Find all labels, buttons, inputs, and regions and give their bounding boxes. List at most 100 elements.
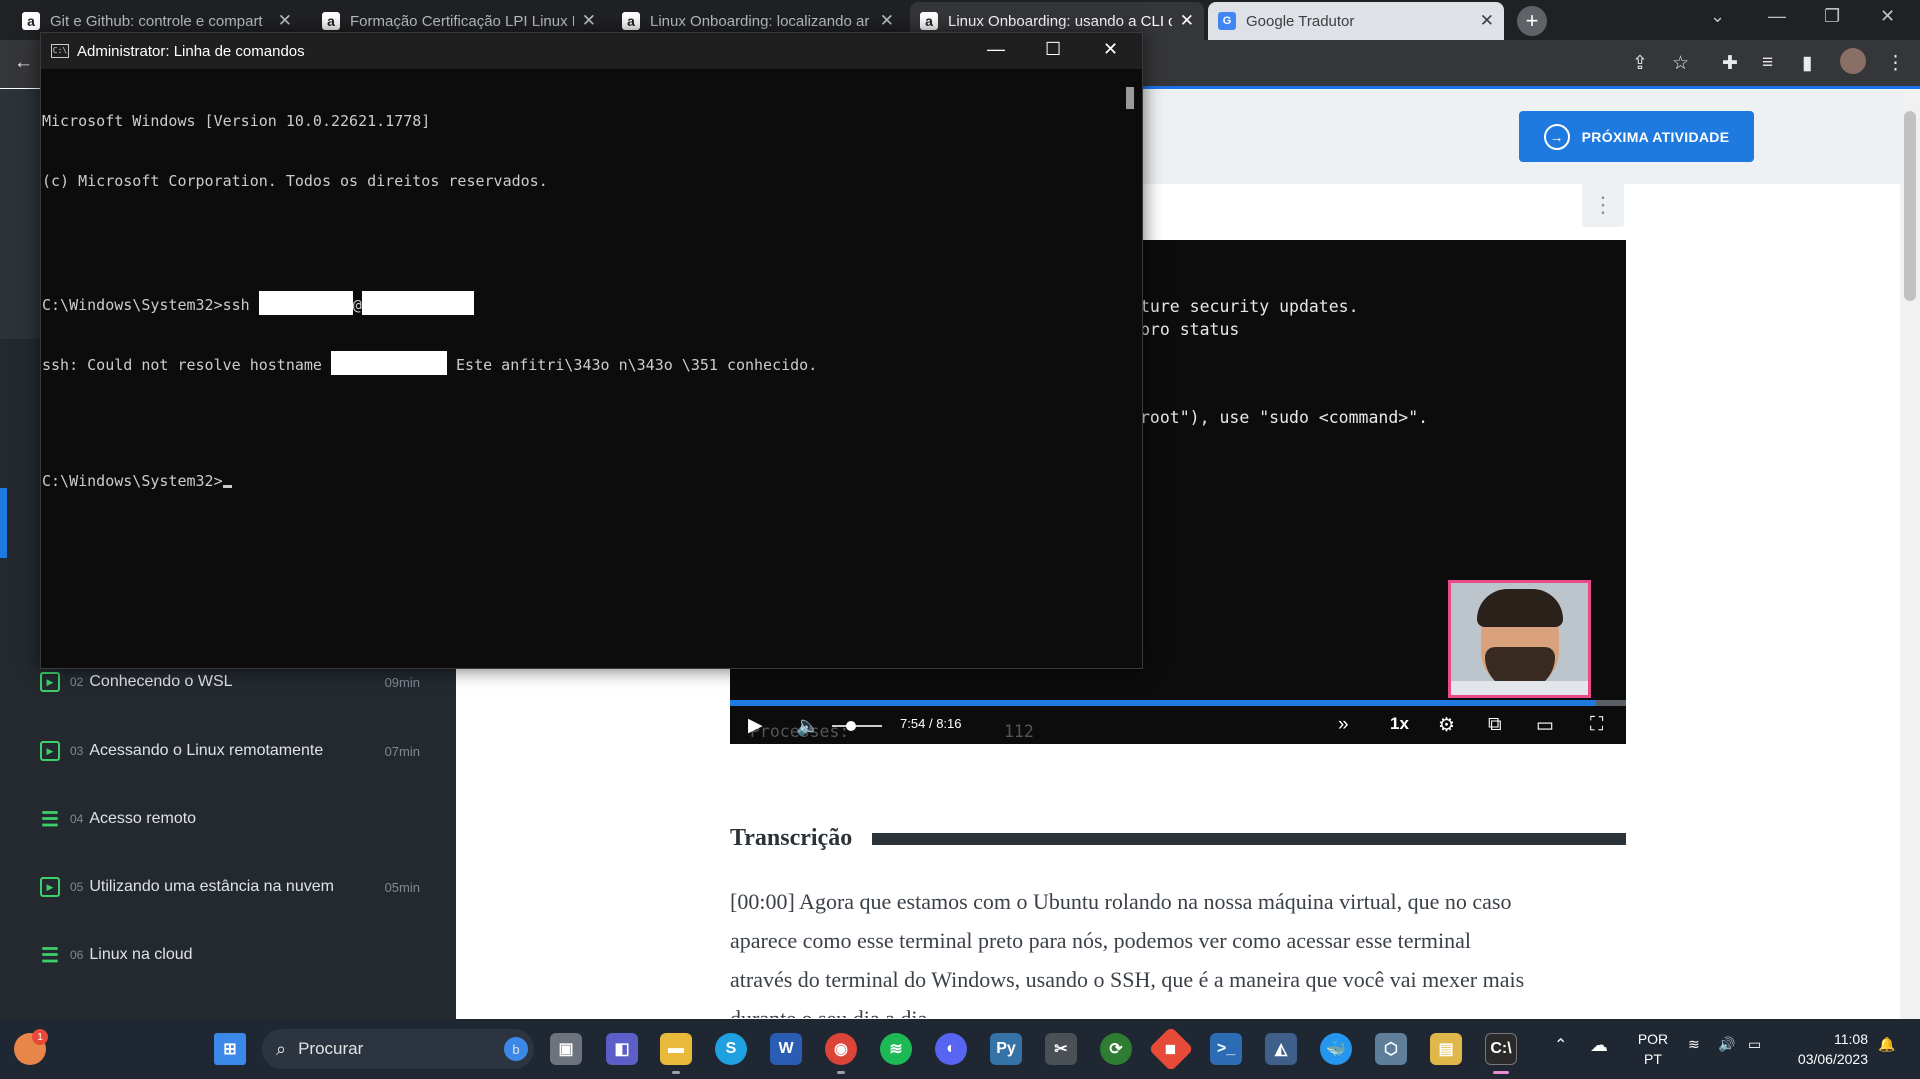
cmd-scrollbar-thumb[interactable] <box>1126 87 1134 109</box>
task-view-icon[interactable]: ▣ <box>550 1033 582 1065</box>
lesson-number: 02 <box>70 675 84 689</box>
bookmark-star-icon[interactable]: ☆ <box>1672 52 1689 75</box>
back-arrow-icon[interactable]: ← <box>14 52 33 74</box>
git-icon[interactable]: ◆ <box>1148 1026 1194 1072</box>
battery-icon[interactable]: ▭ <box>1748 1036 1761 1053</box>
bing-icon[interactable]: b <box>504 1037 528 1061</box>
console-text: C:\Windows\System32>ssh <box>42 296 259 314</box>
lesson-duration: 09min <box>384 674 420 690</box>
maximize-icon[interactable]: ☐ <box>1045 39 1061 60</box>
python-icon[interactable]: Py <box>990 1033 1022 1065</box>
alura-favicon-icon: a <box>322 12 340 30</box>
close-tab-icon[interactable]: ✕ <box>278 11 292 31</box>
volume-icon[interactable]: 🔈 <box>796 714 820 738</box>
cmd-app-icon: C:\ <box>51 44 69 58</box>
onedrive-cloud-icon[interactable]: ☁ <box>1590 1035 1608 1056</box>
page-scrollbar[interactable] <box>1900 89 1920 1019</box>
taskbar-search[interactable]: ⌕ Procurar b <box>262 1029 534 1069</box>
notifications-bell-icon[interactable]: 🔔 <box>1878 1036 1895 1053</box>
console-line: C:\Windows\System32> <box>42 471 1121 491</box>
list-icon: ☰ <box>41 944 59 967</box>
time-separator: / <box>928 716 933 731</box>
settings-gear-icon[interactable]: ⚙ <box>1438 714 1455 737</box>
virtualbox-icon[interactable]: ⬡ <box>1375 1033 1407 1065</box>
google-translate-favicon-icon: G <box>1218 12 1236 30</box>
profile-avatar[interactable] <box>1840 48 1866 74</box>
console-text: Este anfitri\343o n\343o \351 conhecido. <box>446 356 818 374</box>
console-text: Microsoft Windows [Version 10.0.22621.17… <box>42 112 431 130</box>
more-options-icon[interactable]: ⋮ <box>1582 183 1624 227</box>
scrollbar-thumb[interactable] <box>1904 111 1916 301</box>
close-tab-icon[interactable]: ✕ <box>1180 11 1194 31</box>
side-panel-icon[interactable]: ▮ <box>1802 52 1812 75</box>
lesson-item-03[interactable]: ▶ 03 Acessando o Linux remotamente 07min <box>40 736 420 766</box>
close-window-icon[interactable]: ✕ <box>1880 6 1895 27</box>
restore-window-icon[interactable]: ❐ <box>1824 6 1840 27</box>
media-queue-icon[interactable]: ≡ <box>1762 52 1773 74</box>
browser-menu-kebab-icon[interactable]: ⋮ <box>1886 52 1905 75</box>
tab-title: Formação Certificação LPI Linux E <box>350 12 574 30</box>
command-prompt-icon[interactable]: C:\ <box>1485 1033 1517 1065</box>
app-icon[interactable]: ◭ <box>1265 1033 1297 1065</box>
picture-in-picture-icon[interactable]: ⧉ <box>1488 714 1502 736</box>
spotify-icon[interactable]: ≋ <box>880 1033 912 1065</box>
tab-title: Google Tradutor <box>1246 12 1355 30</box>
snipping-tool-icon[interactable]: ✂ <box>1045 1033 1077 1065</box>
play-icon[interactable]: ▶ <box>748 714 763 737</box>
playback-speed-button[interactable]: 1x <box>1390 714 1409 734</box>
lesson-number: 06 <box>70 948 84 962</box>
volume-knob[interactable] <box>846 721 856 731</box>
close-tab-icon[interactable]: ✕ <box>1480 11 1494 31</box>
skip-forward-icon[interactable]: » <box>1338 714 1349 736</box>
text-cursor <box>222 485 232 488</box>
lesson-item-06[interactable]: ☰ 06 Linux na cloud <box>40 940 420 970</box>
cmd-titlebar[interactable]: C:\ Administrator: Linha de comandos — ☐… <box>41 33 1142 69</box>
console-text: (c) Microsoft Corporation. Todos os dire… <box>42 172 548 190</box>
tab-search-chevron-icon[interactable]: ⌄ <box>1710 6 1725 27</box>
minimize-window-icon[interactable]: — <box>1768 6 1786 27</box>
refresh-app-icon[interactable]: ⟳ <box>1100 1033 1132 1065</box>
theater-mode-icon[interactable]: ▭ <box>1536 714 1554 737</box>
language-region: PT <box>1644 1051 1662 1067</box>
fullscreen-icon[interactable]: ⛶ <box>1590 714 1603 736</box>
windows-start-icon[interactable]: ⊞ <box>214 1033 246 1065</box>
next-activity-button[interactable]: → PRÓXIMA ATIVIDADE <box>1519 111 1754 162</box>
browser-tab-google-tradutor[interactable]: G Google Tradutor ✕ <box>1208 2 1504 40</box>
cmd-window[interactable]: C:\ Administrator: Linha de comandos — ☐… <box>40 32 1143 669</box>
show-hidden-icons-chevron-icon[interactable]: ⌃ <box>1554 1035 1567 1055</box>
keyboard-language[interactable]: POR PT <box>1636 1029 1670 1069</box>
at-sign: @ <box>352 296 362 314</box>
minimize-icon[interactable]: — <box>987 39 1005 60</box>
alura-favicon-icon: a <box>22 12 40 30</box>
cmd-console-output[interactable]: Microsoft Windows [Version 10.0.22621.17… <box>41 69 1121 668</box>
close-tab-icon[interactable]: ✕ <box>582 11 596 31</box>
instructor-webcam <box>1448 580 1591 698</box>
docker-icon[interactable]: 🐳 <box>1320 1033 1352 1065</box>
close-tab-icon[interactable]: ✕ <box>880 11 894 31</box>
speaker-icon[interactable]: 🔊 <box>1718 1036 1735 1053</box>
lesson-item-02[interactable]: ▶ 02 Conhecendo o WSL 09min <box>40 667 420 697</box>
teams-chat-icon[interactable]: ◧ <box>606 1033 638 1065</box>
file-explorer-icon[interactable]: ▬ <box>660 1033 692 1065</box>
extensions-puzzle-icon[interactable]: ✚ <box>1722 52 1738 75</box>
chrome-icon[interactable]: ◉ <box>825 1033 857 1065</box>
volume-slider[interactable] <box>832 721 882 731</box>
share-icon[interactable]: ⇪ <box>1632 52 1648 75</box>
webcam-hair <box>1477 589 1563 627</box>
search-icon: ⌕ <box>276 1038 287 1059</box>
skype-icon[interactable]: S <box>715 1033 747 1065</box>
redacted-hostname <box>330 351 447 375</box>
discord-icon[interactable]: ◐ <box>935 1033 967 1065</box>
close-icon[interactable]: ✕ <box>1103 39 1118 60</box>
lesson-item-04[interactable]: ☰ 04 Acesso remoto <box>40 804 420 834</box>
lesson-duration: 07min <box>384 743 420 759</box>
total-time: 8:16 <box>936 716 962 731</box>
taskbar-clock[interactable]: 11:08 03/06/2023 <box>1786 1029 1868 1069</box>
word-icon[interactable]: W <box>770 1033 802 1065</box>
wifi-icon[interactable]: ≋ <box>1688 1036 1700 1053</box>
new-tab-button[interactable]: + <box>1517 6 1547 36</box>
powershell-icon[interactable]: >_ <box>1210 1033 1242 1065</box>
lesson-item-05[interactable]: ▶ 05 Utilizando uma estância na nuvem 05… <box>40 872 420 902</box>
folder-tools-icon[interactable]: ▤ <box>1430 1033 1462 1065</box>
